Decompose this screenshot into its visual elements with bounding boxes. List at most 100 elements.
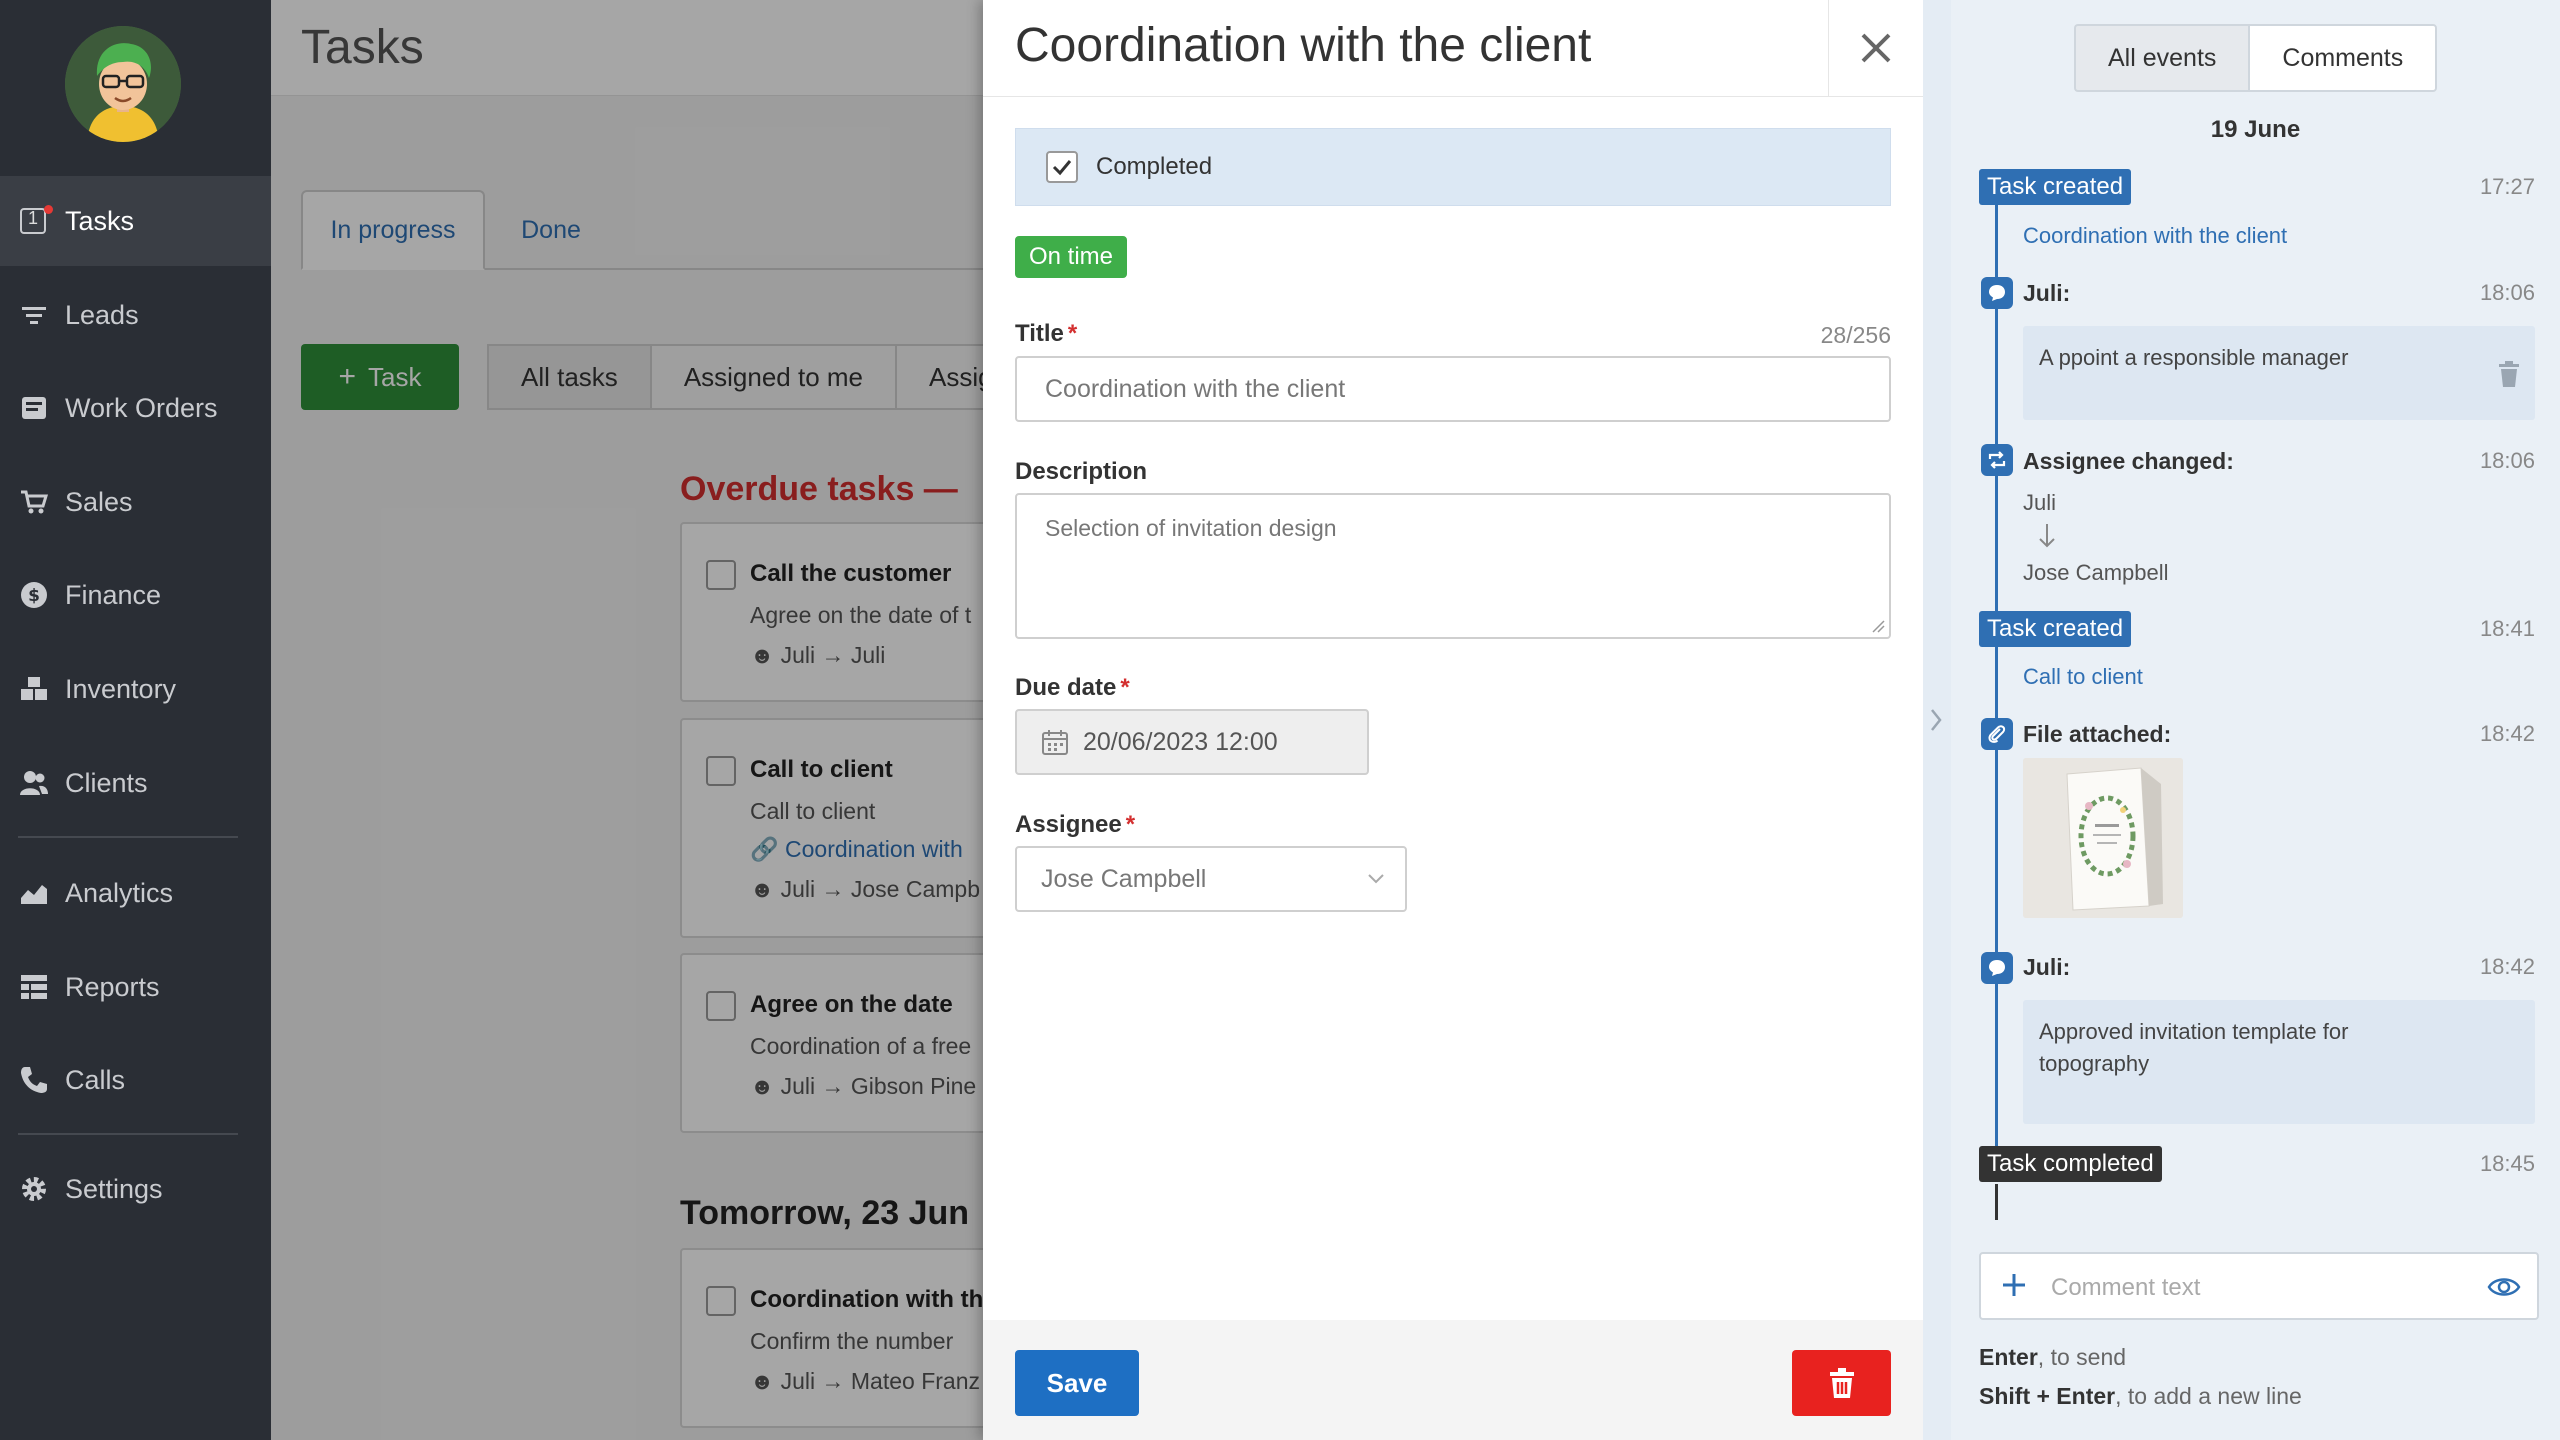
sidebar-item-work-orders[interactable]: Work Orders (0, 363, 271, 453)
send-hint: Enter, to send (1979, 1344, 2126, 1371)
attachment-thumbnail[interactable] (2023, 758, 2183, 918)
comment-icon (1981, 952, 2013, 984)
timeline-line (1995, 180, 1998, 1150)
assignee-value: Jose Campbell (1041, 864, 1207, 893)
chart-icon (18, 877, 50, 909)
event-author: Juli: (2023, 280, 2071, 306)
sidebar-item-finance[interactable]: $ Finance (0, 550, 271, 640)
inventory-icon (18, 673, 50, 705)
plus-icon[interactable] (1999, 1270, 2029, 1300)
close-button[interactable] (1828, 0, 1923, 96)
title-label-text: Title (1015, 320, 1064, 347)
modal-divider (983, 96, 1923, 97)
event-badge: Task completed (1979, 1146, 2162, 1182)
resize-handle-icon[interactable] (1869, 617, 1885, 633)
event-task-link[interactable]: Coordination with the client (2023, 223, 2287, 249)
overlay-backdrop[interactable] (271, 0, 983, 1440)
events-panel: All events Comments 19 June Task created… (1951, 0, 2560, 1440)
notification-dot (44, 205, 53, 214)
hint-key: Enter (1979, 1344, 2038, 1370)
sidebar-item-sales[interactable]: Sales (0, 457, 271, 547)
assignee-to: Jose Campbell (2023, 560, 2169, 585)
timeline-line-end (1995, 1184, 1998, 1220)
calendar-icon (1042, 730, 1068, 755)
completed-label: Completed (1096, 153, 1213, 180)
trash-icon (1829, 1368, 1854, 1398)
description-value: Selection of invitation design (1045, 515, 1337, 541)
sidebar-item-calls[interactable]: Calls (0, 1035, 271, 1125)
assignee-label-text: Assignee (1015, 811, 1122, 838)
paperclip-icon (1981, 718, 2013, 750)
assignee-from: Juli (2023, 490, 2057, 515)
comment-text: A ppoint a responsible manager (2039, 345, 2349, 370)
filter-icon (18, 299, 50, 331)
events-tabs: All events Comments (2074, 24, 2438, 92)
required-marker: * (1067, 320, 1078, 347)
sidebar-item-leads[interactable]: Leads (0, 270, 271, 360)
event-badge: Task created (1979, 169, 2132, 205)
comment-bubble: Approved invitation template for topogra… (2023, 1000, 2535, 1124)
sidebar: 1 Tasks Leads Work Orders Sales $ Financ… (0, 0, 271, 1440)
tab-all-events[interactable]: All events (2074, 24, 2249, 92)
sidebar-item-inventory[interactable]: Inventory (0, 644, 271, 734)
eye-icon[interactable] (2487, 1272, 2521, 1302)
title-input[interactable]: Coordination with the client (1015, 356, 1891, 422)
save-button[interactable]: Save (1015, 1350, 1139, 1416)
sidebar-item-label: Sales (65, 486, 133, 517)
hint-text: , to add a new line (2115, 1383, 2302, 1409)
delete-button[interactable] (1792, 1350, 1891, 1416)
sidebar-item-settings[interactable]: Settings (0, 1144, 271, 1234)
sidebar-item-label: Clients (65, 767, 148, 798)
sidebar-item-label: Finance (65, 579, 162, 610)
event-task-link[interactable]: Call to client (2023, 664, 2143, 690)
event-time: 18:45 (2479, 1151, 2535, 1176)
description-field-label: Description (1015, 458, 1147, 486)
cart-icon (18, 486, 50, 518)
sidebar-item-analytics[interactable]: Analytics (0, 848, 271, 938)
sidebar-item-label: Analytics (65, 877, 174, 908)
sidebar-item-tasks[interactable]: 1 Tasks (0, 176, 271, 266)
sidebar-divider (18, 836, 238, 838)
event-title: File attached: (2023, 721, 2172, 747)
sidebar-item-reports[interactable]: Reports (0, 942, 271, 1032)
assignee-select[interactable]: Jose Campbell (1015, 846, 1407, 912)
sidebar-item-label: Tasks (65, 205, 135, 236)
sidebar-divider (18, 1133, 238, 1135)
comment-bubble: A ppoint a responsible manager (2023, 326, 2535, 420)
sidebar-item-label: Settings (65, 1173, 163, 1204)
event-time: 17:27 (2479, 174, 2535, 199)
tab-comments[interactable]: Comments (2248, 24, 2438, 92)
sidebar-item-label: Inventory (65, 673, 177, 704)
required-marker: * (1125, 811, 1136, 838)
completed-toggle[interactable]: Completed (1015, 128, 1891, 206)
event-time: 18:06 (2479, 280, 2535, 305)
modal-title: Coordination with the client (1015, 19, 1592, 72)
completed-checkbox[interactable] (1046, 151, 1078, 183)
modal-footer: Save (983, 1320, 1923, 1440)
sidebar-item-label: Reports (65, 971, 160, 1002)
gear-icon (18, 1173, 50, 1205)
work-orders-icon (18, 392, 50, 424)
sidebar-item-label: Calls (65, 1064, 126, 1095)
event-time: 18:41 (2479, 616, 2535, 641)
due-date-input[interactable]: 20/06/2023 12:00 (1015, 709, 1369, 775)
checkmark-icon (1052, 160, 1072, 176)
trash-icon[interactable] (2497, 360, 2521, 388)
description-label-text: Description (1015, 458, 1148, 485)
status-badge: On time (1015, 236, 1128, 278)
event-time: 18:42 (2479, 954, 2535, 979)
user-avatar[interactable] (65, 26, 181, 142)
event-time: 18:06 (2479, 448, 2535, 473)
comment-input[interactable]: Comment text (1979, 1252, 2539, 1320)
reports-icon (18, 971, 50, 1003)
event-author: Juli: (2023, 954, 2071, 980)
sidebar-item-clients[interactable]: Clients (0, 738, 271, 828)
panel-collapse-handle[interactable] (1923, 0, 1951, 1440)
event-title: Assignee changed: (2023, 448, 2234, 474)
dollar-icon: $ (18, 579, 50, 611)
due-date-field-label: Due date * (1015, 674, 1130, 702)
due-date-label-text: Due date (1015, 674, 1117, 701)
description-textarea[interactable]: Selection of invitation design (1015, 493, 1891, 639)
event-badge: Task created (1979, 611, 2132, 647)
assignee-field-label: Assignee * (1015, 811, 1135, 839)
